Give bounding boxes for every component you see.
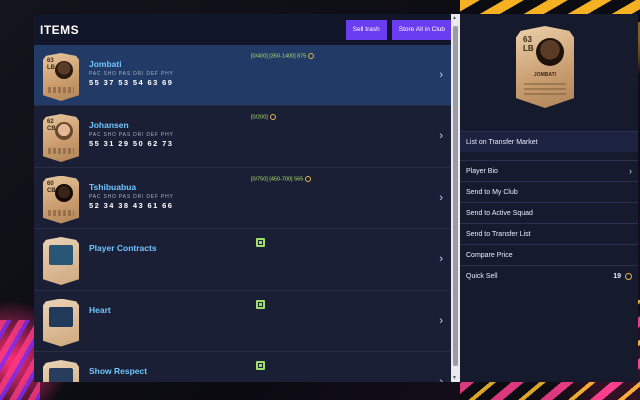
compare-price-button[interactable]: Compare Price xyxy=(460,244,638,265)
item-detail-panel: 63 LB JOMBATI List on Transfer Market Pla… xyxy=(460,14,638,382)
store-all-in-club-button[interactable]: Store All in Club xyxy=(391,19,452,40)
action-label: Send to Active Squad xyxy=(466,209,533,217)
list-item-jombati[interactable]: 63 LB Jombati PAC SHO PAS DRI DEF PHY 55 … xyxy=(34,45,451,106)
quick-sell-button[interactable]: Quick Sell 19 xyxy=(460,265,638,286)
actions-menu: List on Transfer Market Player Bio › Send… xyxy=(460,131,638,286)
untradeable-icon xyxy=(256,299,265,309)
card-position: LB xyxy=(523,44,534,53)
action-label: Player Bio xyxy=(466,167,498,175)
card-rating: 60 xyxy=(47,180,54,187)
list-item-show-respect[interactable]: Show Respect › xyxy=(34,352,451,382)
attribute-values: 52 34 38 43 61 66 xyxy=(89,200,174,210)
detail-card-area: 63 LB JOMBATI xyxy=(460,14,638,131)
consumable-card-thumbnail xyxy=(43,237,79,285)
card-rating: 63 xyxy=(523,35,532,44)
player-card-thumbnail: 63 LB xyxy=(43,53,79,101)
list-item-tshibuabua[interactable]: 60 CB Tshibuabua PAC SHO PAS DRI DEF PHY … xyxy=(34,167,451,229)
player-card-thumbnail: 60 CB xyxy=(43,175,79,224)
consumable-card-thumbnail xyxy=(43,360,79,382)
item-name: Heart xyxy=(89,304,111,315)
items-list-panel: ITEMS Sell trash Store All in Club 63 LB … xyxy=(34,14,460,382)
player-photo xyxy=(55,61,73,79)
contract-icon xyxy=(49,245,73,265)
chevron-right-icon[interactable]: › xyxy=(439,192,443,204)
coin-icon xyxy=(308,53,315,59)
untradeable-icon xyxy=(256,361,265,370)
player-photo xyxy=(55,122,73,140)
send-to-my-club-button[interactable]: Send to My Club xyxy=(460,181,638,202)
card-stats-decoration xyxy=(48,209,74,216)
chevron-right-icon[interactable]: › xyxy=(439,376,443,382)
list-item-player-contracts[interactable]: Player Contracts › xyxy=(34,229,451,291)
respect-celebration-icon xyxy=(49,368,73,382)
send-to-transfer-list-button[interactable]: Send to Transfer List xyxy=(460,223,638,244)
list-item-johansen[interactable]: 62 CB Johansen PAC SHO PAS DRI DEF PHY 55… xyxy=(34,106,451,168)
card-rating: 63 xyxy=(47,58,54,64)
coin-icon xyxy=(305,175,312,182)
items-header: ITEMS Sell trash Store All in Club xyxy=(34,14,460,45)
player-bio-button[interactable]: Player Bio › xyxy=(460,160,638,181)
action-label: Send to My Club xyxy=(466,188,518,196)
player-photo xyxy=(55,183,73,202)
action-label: List on Transfer Market xyxy=(466,138,538,146)
chevron-right-icon[interactable]: › xyxy=(439,130,443,142)
list-on-transfer-market-button[interactable]: List on Transfer Market xyxy=(460,131,638,152)
item-name: Show Respect xyxy=(89,366,148,376)
scroll-thumb[interactable] xyxy=(453,26,458,366)
card-rating: 62 xyxy=(47,119,54,125)
attribute-labels: PAC SHO PAS DRI DEF PHY xyxy=(89,132,174,138)
attribute-values: 55 31 29 50 62 73 xyxy=(89,139,174,148)
list-scrollbar[interactable]: ▲ ▼ xyxy=(451,14,460,382)
chevron-right-icon[interactable]: › xyxy=(439,315,443,327)
player-name: Johansen xyxy=(89,120,129,130)
card-stats-decoration xyxy=(524,81,566,95)
sell-trash-button[interactable]: Sell trash xyxy=(345,19,387,40)
quick-sell-value: 19 xyxy=(613,272,621,280)
price-range-meta: [0/750] [450-700] 565 xyxy=(251,175,312,182)
player-photo xyxy=(536,38,564,66)
untradeable-icon xyxy=(256,238,265,247)
coin-icon xyxy=(269,114,276,120)
selected-player-card: 63 LB JOMBATI xyxy=(516,26,574,108)
scroll-up-icon[interactable]: ▲ xyxy=(452,15,457,21)
price-range-text: [0/400] [350-1400] 875 xyxy=(251,53,307,60)
send-to-active-squad-button[interactable]: Send to Active Squad xyxy=(460,202,638,223)
card-stats-decoration xyxy=(48,148,74,154)
player-card-thumbnail: 62 CB xyxy=(43,114,79,162)
card-position: LB xyxy=(47,65,55,71)
card-player-name: JOMBATI xyxy=(533,72,557,78)
action-label: Send to Transfer List xyxy=(466,230,531,238)
scroll-down-icon[interactable]: ▼ xyxy=(452,375,457,381)
price-range-text: [0/750] [450-700] 565 xyxy=(251,175,304,182)
heart-celebration-icon xyxy=(49,306,73,327)
price-range-meta: [0/400] [350-1400] 875 xyxy=(251,53,315,60)
item-name: Player Contracts xyxy=(89,243,157,253)
price-range-text: [0/200] xyxy=(251,114,268,121)
attribute-labels: PAC SHO PAS DRI DEF PHY xyxy=(89,71,174,77)
player-name: Jombati xyxy=(89,59,122,69)
chevron-right-icon: › xyxy=(629,166,632,176)
items-list: 63 LB Jombati PAC SHO PAS DRI DEF PHY 55 … xyxy=(34,45,451,382)
attribute-values: 55 37 53 54 63 69 xyxy=(89,78,174,87)
action-label: Quick Sell xyxy=(466,272,498,280)
price-range-meta: [0/200] xyxy=(251,114,276,120)
consumable-card-thumbnail xyxy=(43,298,79,347)
player-name: Tshibuabua xyxy=(89,181,137,192)
action-label: Compare Price xyxy=(466,251,513,259)
chevron-right-icon[interactable]: › xyxy=(439,253,443,265)
coin-icon xyxy=(625,272,632,280)
chevron-right-icon[interactable]: › xyxy=(439,69,443,81)
list-item-heart[interactable]: Heart › xyxy=(34,290,451,352)
page-title: ITEMS xyxy=(40,22,80,37)
attribute-labels: PAC SHO PAS DRI DEF PHY xyxy=(89,193,174,200)
card-stats-decoration xyxy=(48,87,74,93)
